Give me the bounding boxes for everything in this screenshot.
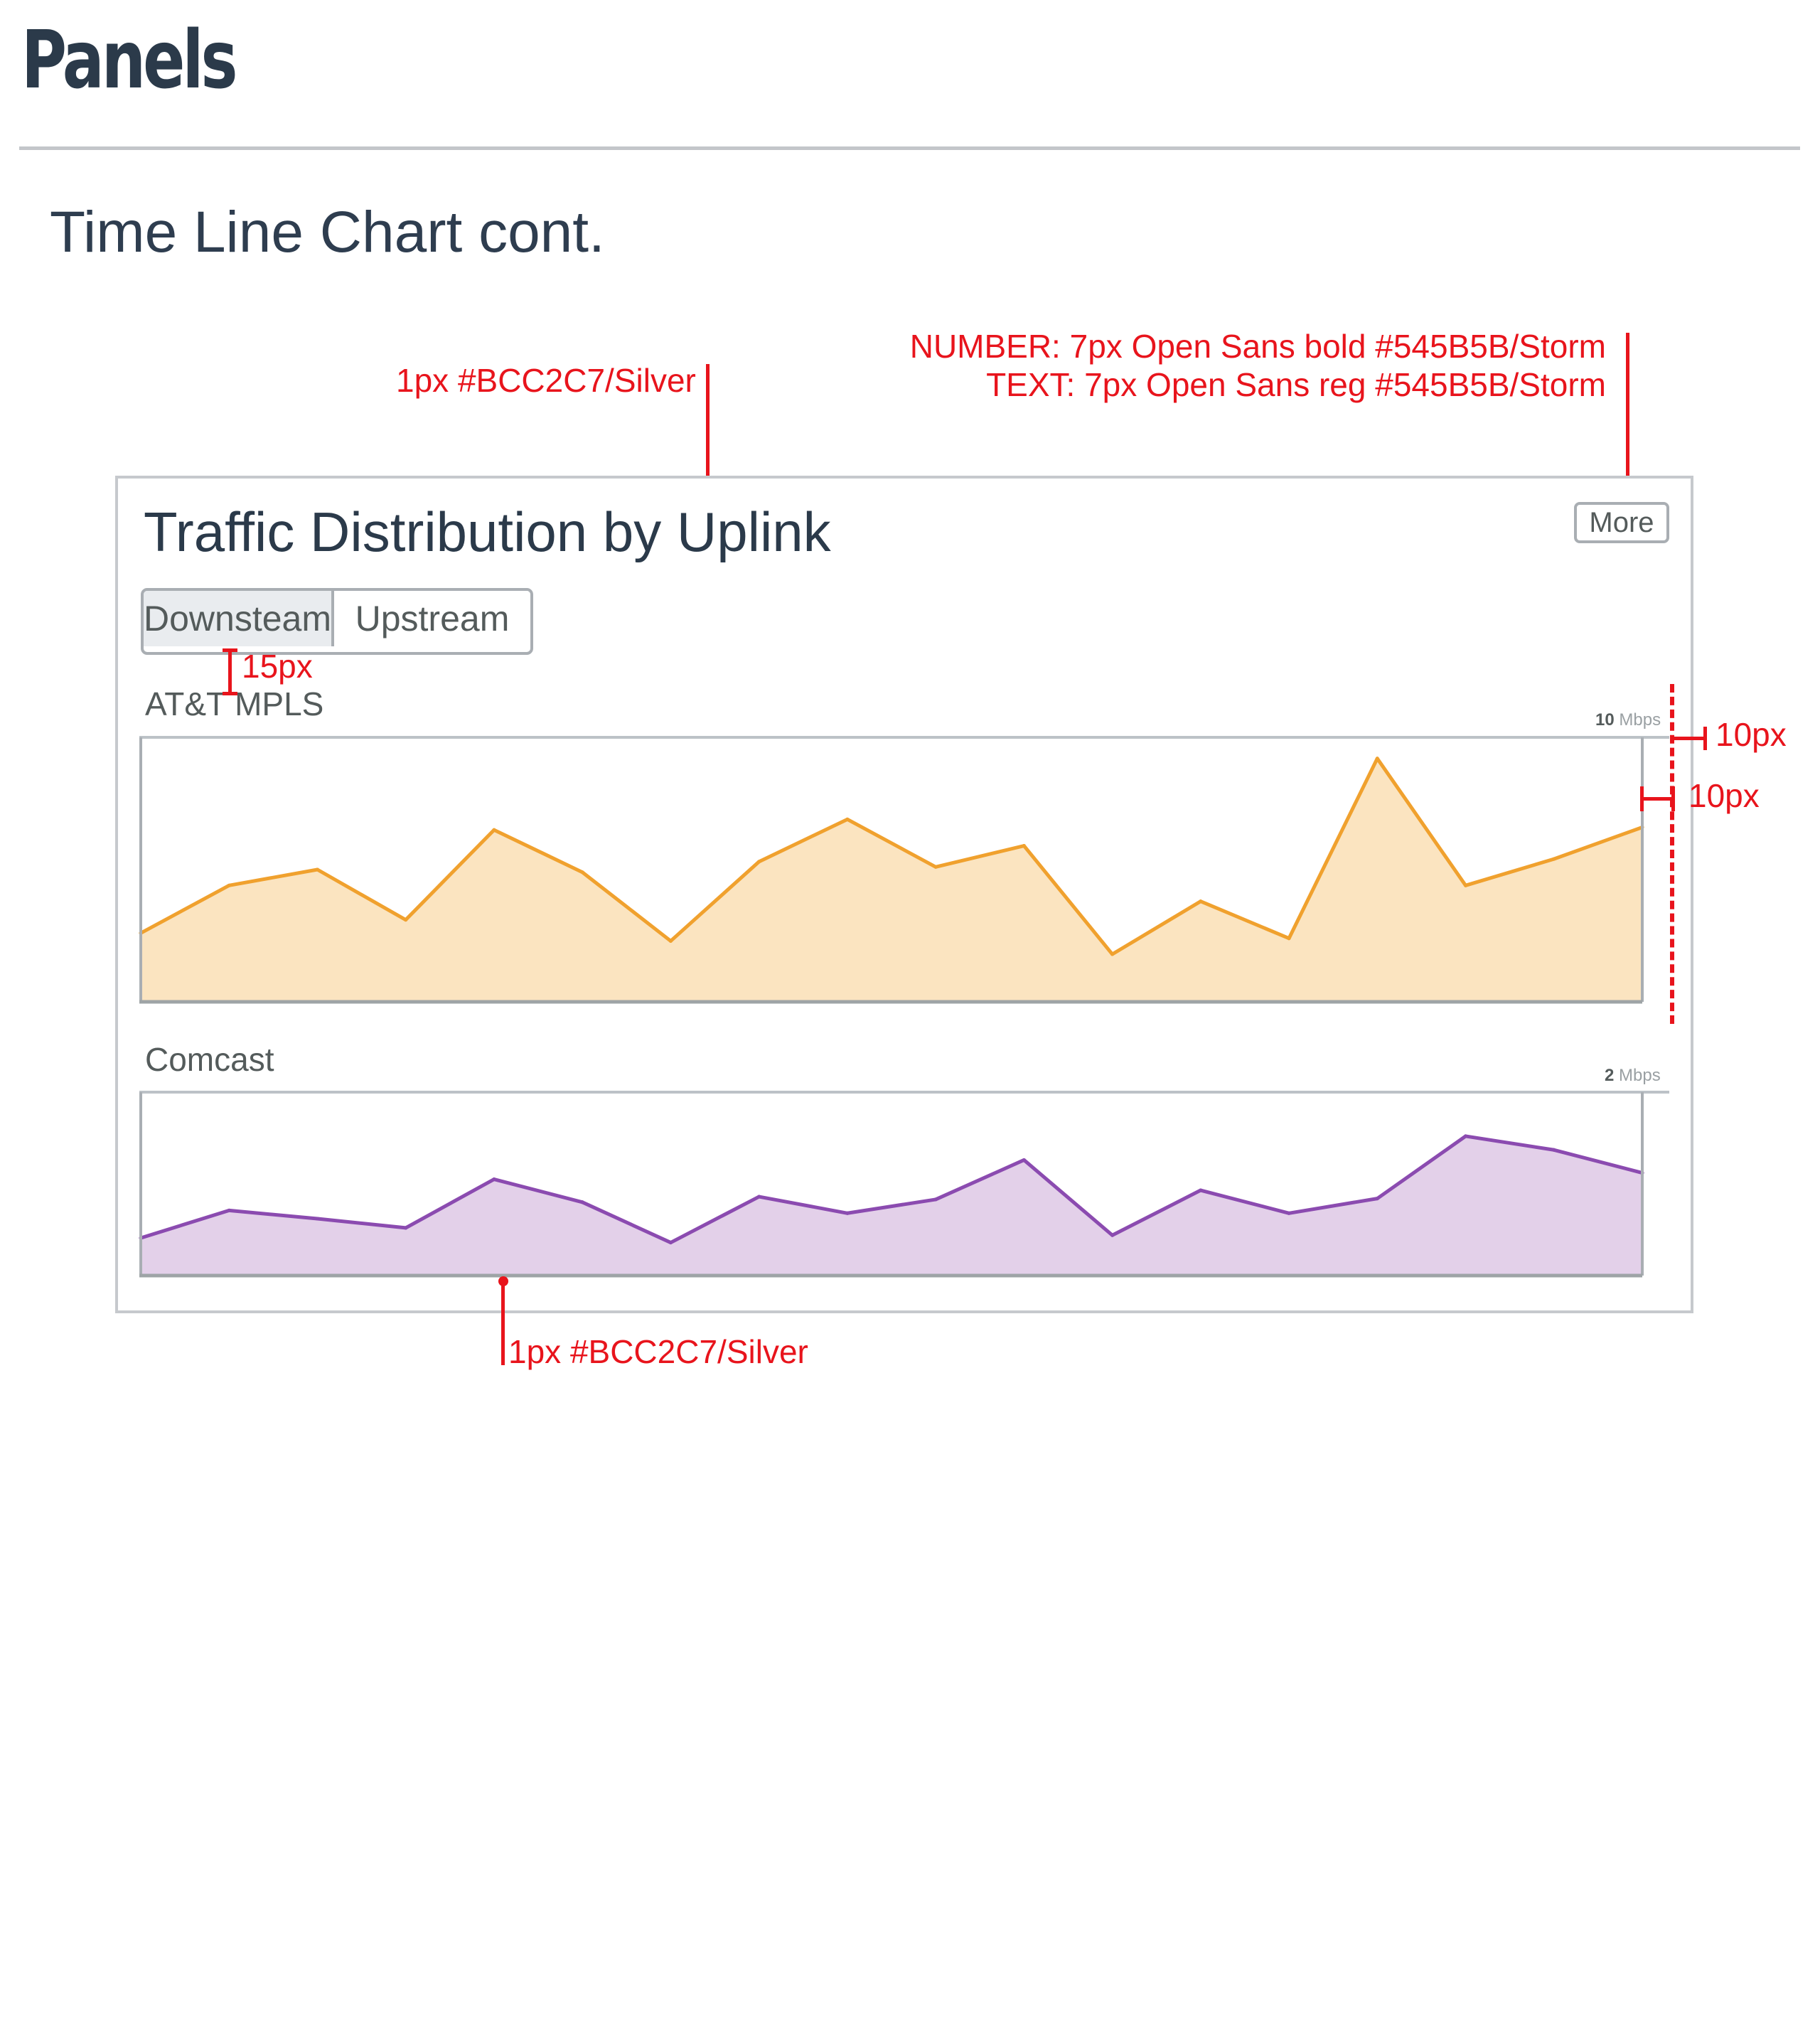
direction-toggle: Downsteam Upstream	[141, 588, 533, 655]
annotation-dashed-guide	[1670, 684, 1674, 1024]
comcast-data-point	[1464, 1134, 1468, 1138]
annotation-border-bottom: 1px #BCC2C7/Silver	[508, 1333, 808, 1370]
chart-2-scale-number: 2	[1605, 1066, 1615, 1085]
comcast-data-point	[1110, 1233, 1115, 1237]
att-data-point	[1287, 936, 1291, 941]
tab-downstream[interactable]: Downsteam	[144, 591, 334, 646]
att-data-point	[315, 867, 319, 872]
annotation-10px-top-line	[1672, 737, 1705, 740]
annotation-10px-top-cap	[1703, 727, 1707, 750]
comcast-data-point	[492, 1177, 496, 1182]
chart-2-scale: 2 Mbps	[1605, 1066, 1661, 1086]
more-button[interactable]: More	[1574, 502, 1669, 543]
comcast-data-point	[933, 1197, 938, 1202]
annotation-10px-mid-line	[1642, 797, 1673, 801]
att-data-point	[492, 828, 496, 832]
chart-2-title: Comcast	[145, 1041, 274, 1078]
att-area-fill	[141, 758, 1642, 1002]
comcast-data-point	[580, 1200, 584, 1204]
panel-title: Traffic Distribution by Uplink	[144, 501, 831, 563]
att-data-point	[404, 918, 408, 922]
comcast-data-point	[668, 1241, 673, 1245]
annotation-border-bottom-line	[501, 1280, 505, 1365]
comcast-data-point	[1287, 1211, 1291, 1215]
annotation-15px: 15px	[242, 648, 313, 685]
chart-1-title: AT&T MPLS	[145, 685, 324, 722]
att-data-point	[1464, 883, 1468, 887]
annotation-15px-cap-bottom	[223, 692, 237, 695]
chart-2-scale-unit: Mbps	[1619, 1066, 1661, 1085]
annotation-10px-mid-cap-right	[1671, 786, 1675, 811]
annotation-15px-line	[228, 648, 232, 695]
att-data-point	[1199, 899, 1203, 904]
att-data-point	[580, 870, 584, 875]
comcast-data-point	[1199, 1188, 1203, 1192]
comcast-data-point	[315, 1217, 319, 1221]
annotation-10px-mid-cap-left	[1640, 786, 1644, 811]
att-data-point	[227, 883, 231, 887]
att-data-point	[845, 817, 850, 821]
page-title: Panels	[21, 14, 238, 107]
comcast-data-point	[1022, 1158, 1026, 1162]
comcast-data-point	[845, 1211, 850, 1215]
att-data-point	[1022, 844, 1026, 848]
section-title: Time Line Chart cont.	[50, 200, 605, 265]
chart-1-scale-unit: Mbps	[1619, 710, 1661, 730]
comcast-data-point	[227, 1208, 231, 1212]
comcast-chart	[139, 1091, 1669, 1278]
att-data-point	[1375, 757, 1379, 761]
att-data-point	[668, 939, 673, 943]
comcast-data-point	[1375, 1197, 1379, 1201]
comcast-data-point	[757, 1195, 761, 1199]
chart-1-scale: 10 Mbps	[1595, 710, 1661, 730]
annotation-10px-mid: 10px	[1688, 777, 1760, 814]
chart-1-scale-number: 10	[1595, 710, 1615, 730]
annotation-border-top: 1px #BCC2C7/Silver	[396, 362, 696, 399]
annotation-15px-cap-top	[223, 648, 237, 652]
tab-upstream[interactable]: Upstream	[334, 591, 530, 646]
att-data-point	[1552, 857, 1556, 861]
att-data-point	[757, 860, 761, 864]
comcast-data-point	[1552, 1148, 1556, 1152]
att-data-point	[1110, 952, 1115, 956]
annotation-10px-top: 10px	[1715, 716, 1787, 753]
annotation-text-spec: TEXT: 7px Open Sans reg #545B5B/Storm	[986, 366, 1606, 403]
att-mpls-chart	[139, 736, 1669, 1004]
annotation-number-spec: NUMBER: 7px Open Sans bold #545B5B/Storm	[909, 328, 1606, 365]
comcast-data-point	[404, 1226, 408, 1230]
att-data-point	[933, 865, 938, 869]
title-divider	[19, 146, 1800, 150]
